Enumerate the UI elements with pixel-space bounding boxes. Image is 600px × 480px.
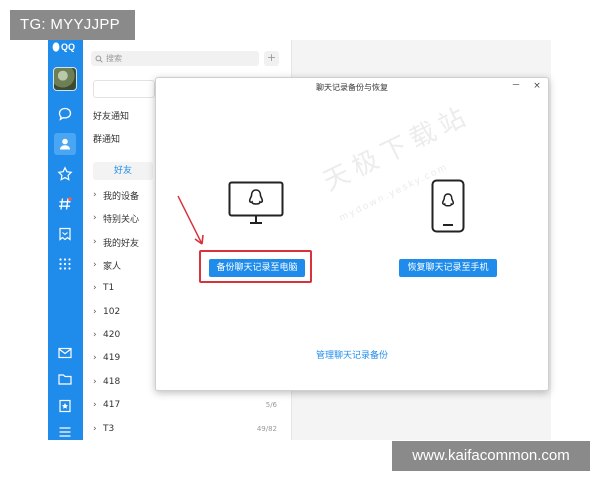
search-icon [95,55,103,63]
chevron-right-icon: › [93,237,97,247]
chevron-right-icon: › [93,213,97,223]
close-button[interactable]: × [531,80,543,92]
mail-icon[interactable] [54,342,76,364]
chevron-right-icon: › [93,260,97,270]
brand-label: QQ [61,42,76,52]
hashtag-icon[interactable] [54,193,76,215]
chevron-right-icon: › [93,424,97,434]
apps-grid-icon[interactable] [54,253,76,275]
tab-friends[interactable]: 好友 [93,162,153,180]
bookmark-icon[interactable] [54,223,76,245]
dialog-title: 聊天记录备份与恢复 [316,83,388,92]
chat-icon[interactable] [54,103,76,125]
backup-to-computer-button[interactable]: 备份聊天记录至电脑 [209,259,305,277]
left-nav-bar: QQ [48,40,83,440]
site-watermark: www.kaifacommon.com [392,441,590,471]
group-notifications[interactable]: 群通知 [93,132,120,145]
red-arrow-pointer [177,195,204,245]
favorites-icon[interactable] [54,395,76,417]
chevron-right-icon: › [93,190,97,200]
chevron-right-icon: › [93,353,97,363]
computer-icon [228,181,284,224]
search-input[interactable]: 搜索 [91,51,259,66]
chevron-right-icon: › [93,307,97,317]
folder-icon[interactable] [54,368,76,390]
tg-watermark: TG: MYYJJPP [10,10,135,40]
chevron-right-icon: › [93,400,97,410]
contact-filter-field[interactable] [93,80,155,98]
penguin-icon [52,42,60,52]
chevron-right-icon: › [93,377,97,387]
avatar[interactable] [53,67,77,91]
minimize-button[interactable]: － [510,80,522,92]
menu-icon[interactable] [54,421,76,440]
star-icon[interactable] [54,163,76,185]
chevron-right-icon: › [93,330,97,340]
manage-backups-link[interactable]: 管理聊天记录备份 [156,348,548,361]
contacts-icon[interactable] [54,133,76,155]
search-placeholder: 搜索 [106,54,122,63]
list-item[interactable]: › T3 49/82 [93,421,283,437]
phone-icon [431,179,465,233]
restore-to-phone-button[interactable]: 恢复聊天记录至手机 [399,259,497,277]
add-button[interactable]: + [264,51,279,66]
backup-restore-dialog: 聊天记录备份与恢复 － × 天极下载站 mydown.yesky.com 备份聊… [155,77,549,391]
chevron-right-icon: › [93,283,97,293]
list-item[interactable]: › 417 5/6 [93,397,283,413]
friend-notifications[interactable]: 好友通知 [93,109,129,122]
qq-brand: QQ [52,42,75,52]
